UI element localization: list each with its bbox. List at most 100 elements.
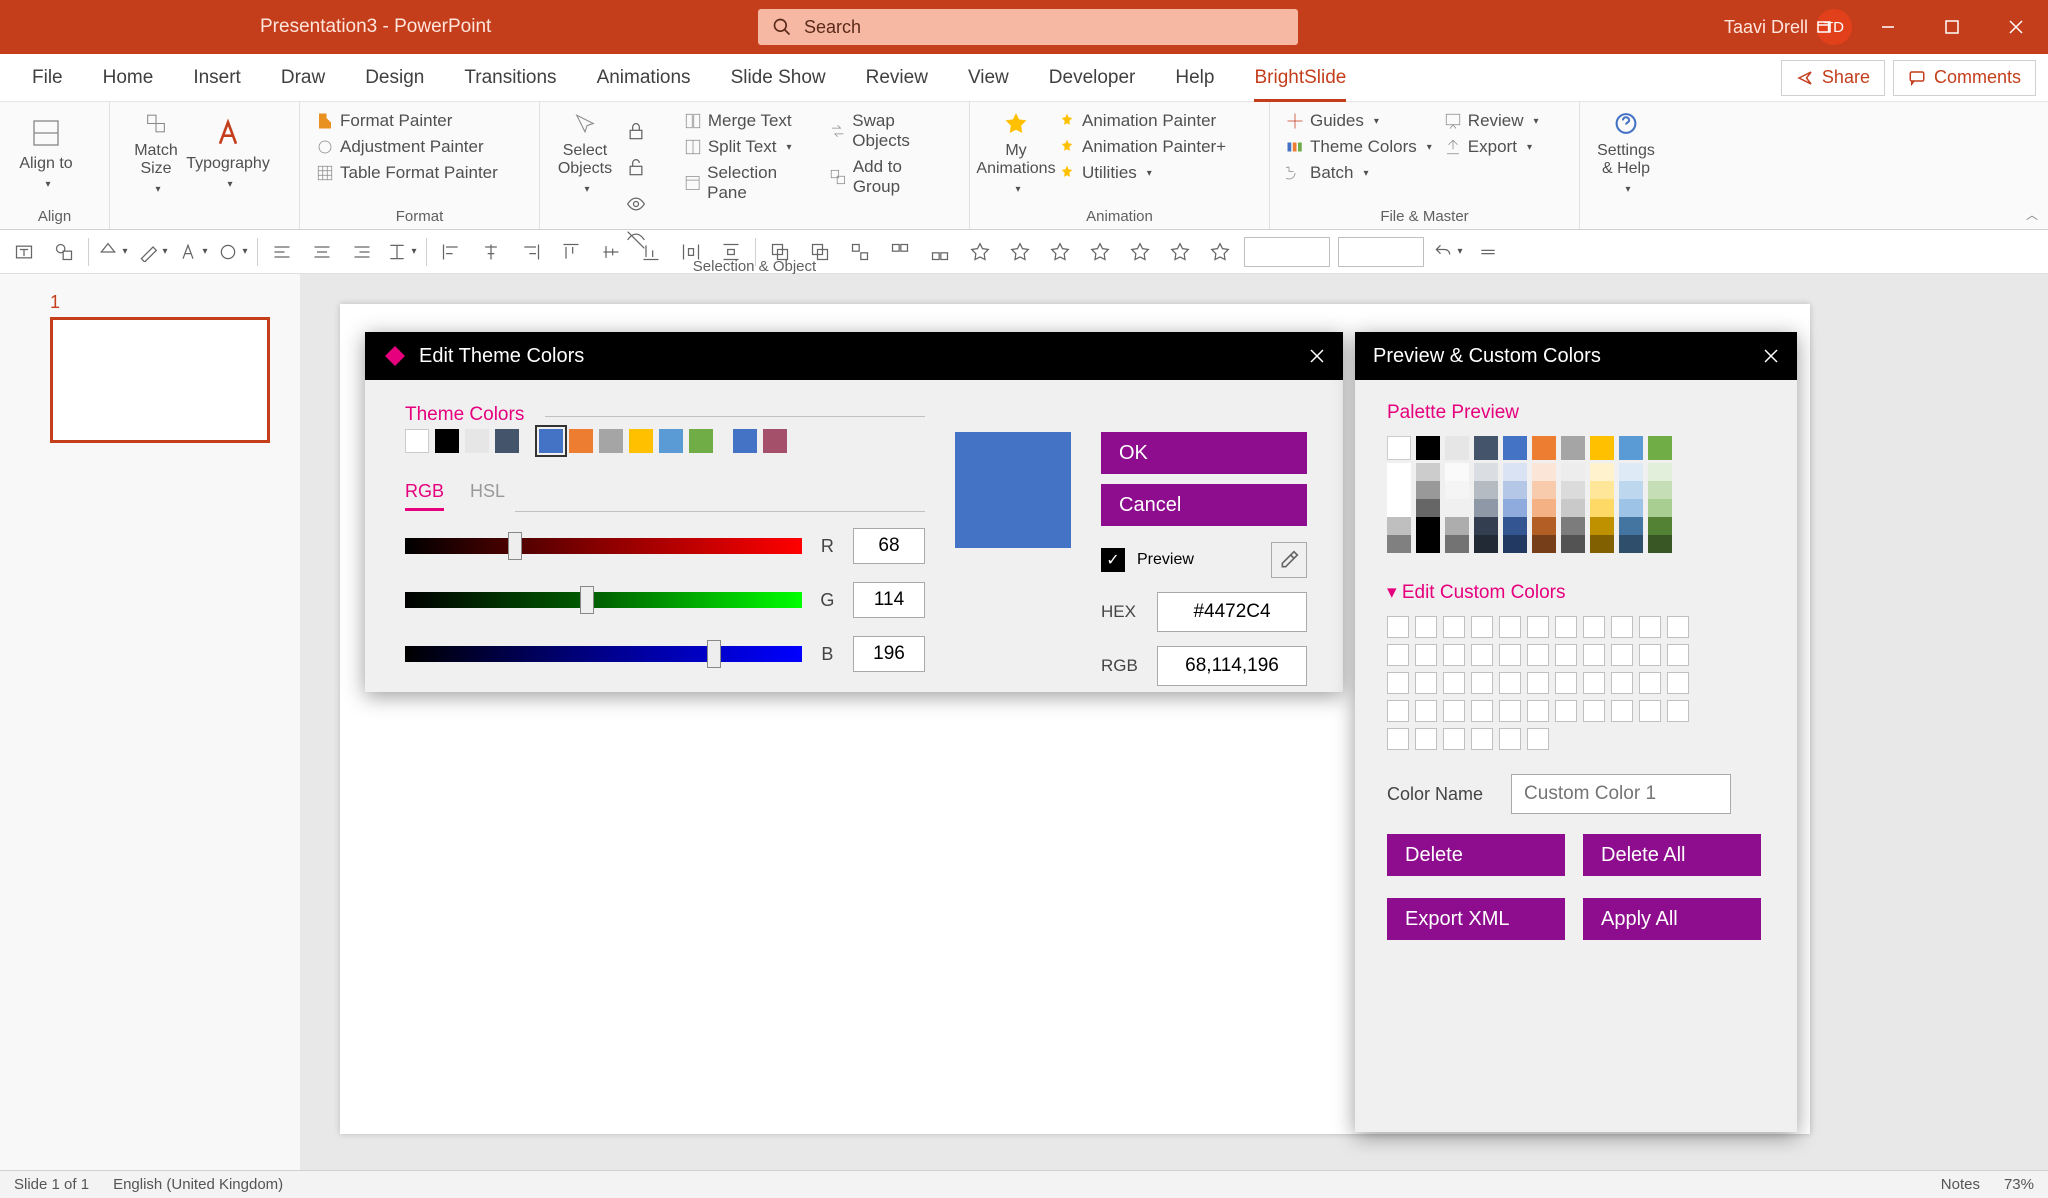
palette-shade[interactable] [1387, 463, 1411, 481]
cancel-button[interactable]: Cancel [1101, 484, 1307, 526]
custom-color-slot[interactable] [1499, 644, 1521, 666]
custom-color-slot[interactable] [1667, 616, 1689, 638]
custom-color-slot[interactable] [1527, 728, 1549, 750]
palette-swatch[interactable] [1474, 436, 1498, 460]
custom-color-slot[interactable] [1583, 644, 1605, 666]
star-icon[interactable] [1164, 236, 1196, 268]
theme-swatch[interactable] [733, 429, 757, 453]
slide-thumbnail[interactable] [50, 317, 270, 443]
tab-animations[interactable]: Animations [577, 54, 711, 102]
tab-design[interactable]: Design [345, 54, 444, 102]
palette-shade[interactable] [1503, 517, 1527, 535]
custom-color-slot[interactable] [1527, 700, 1549, 722]
palette-swatch[interactable] [1590, 436, 1614, 460]
palette-shade[interactable] [1532, 517, 1556, 535]
palette-shade[interactable] [1416, 499, 1440, 517]
palette-shade[interactable] [1532, 481, 1556, 499]
custom-color-slot[interactable] [1443, 644, 1465, 666]
custom-color-slot[interactable] [1611, 672, 1633, 694]
split-text-button[interactable]: Split Text [678, 134, 823, 160]
palette-shade[interactable] [1648, 535, 1672, 553]
align-right-icon[interactable] [346, 236, 378, 268]
format-painter-button[interactable]: Format Painter [310, 108, 529, 134]
unlock-icon[interactable] [620, 152, 652, 184]
select-objects-button[interactable]: Select Objects [550, 108, 620, 198]
tab-view[interactable]: View [948, 54, 1029, 102]
palette-shade[interactable] [1387, 535, 1411, 553]
custom-color-slot[interactable] [1639, 700, 1661, 722]
ribbon-display-icon[interactable] [1792, 0, 1856, 54]
minimize-icon[interactable] [1856, 0, 1920, 54]
custom-color-slot[interactable] [1415, 728, 1437, 750]
slide-counter[interactable]: Slide 1 of 1 [14, 1176, 89, 1193]
animation-painter-plus-button[interactable]: Animation Painter+ [1052, 134, 1232, 160]
palette-shade[interactable] [1648, 481, 1672, 499]
align-obj-left-icon[interactable] [435, 236, 467, 268]
palette-shade[interactable] [1503, 499, 1527, 517]
custom-color-slot[interactable] [1499, 700, 1521, 722]
star-icon[interactable] [1084, 236, 1116, 268]
palette-shade[interactable] [1445, 481, 1469, 499]
custom-color-slot[interactable] [1471, 644, 1493, 666]
palette-shade[interactable] [1416, 463, 1440, 481]
custom-color-slot[interactable] [1387, 672, 1409, 694]
rgb-value[interactable]: 68,114,196 [1157, 646, 1307, 686]
theme-swatch[interactable] [659, 429, 683, 453]
edit-custom-colors-heading[interactable]: Edit Custom Colors [1387, 581, 1765, 604]
palette-shade[interactable] [1474, 535, 1498, 553]
swap-objects-button[interactable]: Swap Objects [823, 108, 959, 154]
star-icon[interactable] [964, 236, 996, 268]
close-icon[interactable] [1305, 344, 1329, 368]
review-button[interactable]: Review [1438, 108, 1545, 134]
palette-shade[interactable] [1416, 535, 1440, 553]
palette-shade[interactable] [1503, 463, 1527, 481]
align-obj-center-icon[interactable] [475, 236, 507, 268]
text-direction-icon[interactable] [386, 236, 418, 268]
palette-shade[interactable] [1474, 481, 1498, 499]
palette-swatch[interactable] [1619, 436, 1643, 460]
palette-shade[interactable] [1387, 517, 1411, 535]
custom-color-slot[interactable] [1471, 728, 1493, 750]
tab-file[interactable]: File [12, 54, 83, 102]
custom-color-slot[interactable] [1415, 616, 1437, 638]
custom-color-slot[interactable] [1583, 672, 1605, 694]
custom-color-slot[interactable] [1583, 700, 1605, 722]
tab-brightslide[interactable]: BrightSlide [1234, 54, 1366, 102]
custom-color-slot[interactable] [1443, 700, 1465, 722]
palette-shade[interactable] [1648, 499, 1672, 517]
close-icon[interactable] [1759, 344, 1783, 368]
palette-shade[interactable] [1445, 517, 1469, 535]
palette-shade[interactable] [1619, 517, 1643, 535]
table-format-painter-button[interactable]: Table Format Painter [310, 160, 529, 186]
custom-color-slot[interactable] [1499, 616, 1521, 638]
eye-icon[interactable] [620, 188, 652, 220]
height-spinner[interactable] [1338, 237, 1424, 267]
palette-shade[interactable] [1619, 481, 1643, 499]
palette-shade[interactable] [1532, 463, 1556, 481]
custom-color-slot[interactable] [1555, 672, 1577, 694]
maximize-icon[interactable] [1920, 0, 1984, 54]
custom-color-slot[interactable] [1499, 728, 1521, 750]
g-input[interactable] [853, 582, 925, 618]
theme-swatch[interactable] [405, 429, 429, 453]
custom-color-slot[interactable] [1583, 616, 1605, 638]
palette-swatch[interactable] [1416, 436, 1440, 460]
palette-shade[interactable] [1532, 535, 1556, 553]
custom-color-slot[interactable] [1387, 644, 1409, 666]
custom-color-slot[interactable] [1471, 616, 1493, 638]
language-indicator[interactable]: English (United Kingdom) [113, 1176, 283, 1193]
font-color-icon[interactable] [177, 236, 209, 268]
b-input[interactable] [853, 636, 925, 672]
custom-color-slot[interactable] [1639, 672, 1661, 694]
comments-button[interactable]: Comments [1893, 60, 2036, 96]
outline-color-icon[interactable] [137, 236, 169, 268]
adjustment-painter-button[interactable]: Adjustment Painter [310, 134, 529, 160]
custom-color-slot[interactable] [1611, 644, 1633, 666]
palette-shade[interactable] [1474, 517, 1498, 535]
palette-shade[interactable] [1590, 463, 1614, 481]
star-icon[interactable] [1204, 236, 1236, 268]
customize-icon[interactable] [1472, 236, 1504, 268]
palette-shade[interactable] [1561, 481, 1585, 499]
custom-color-slot[interactable] [1443, 672, 1465, 694]
custom-color-slot[interactable] [1387, 700, 1409, 722]
